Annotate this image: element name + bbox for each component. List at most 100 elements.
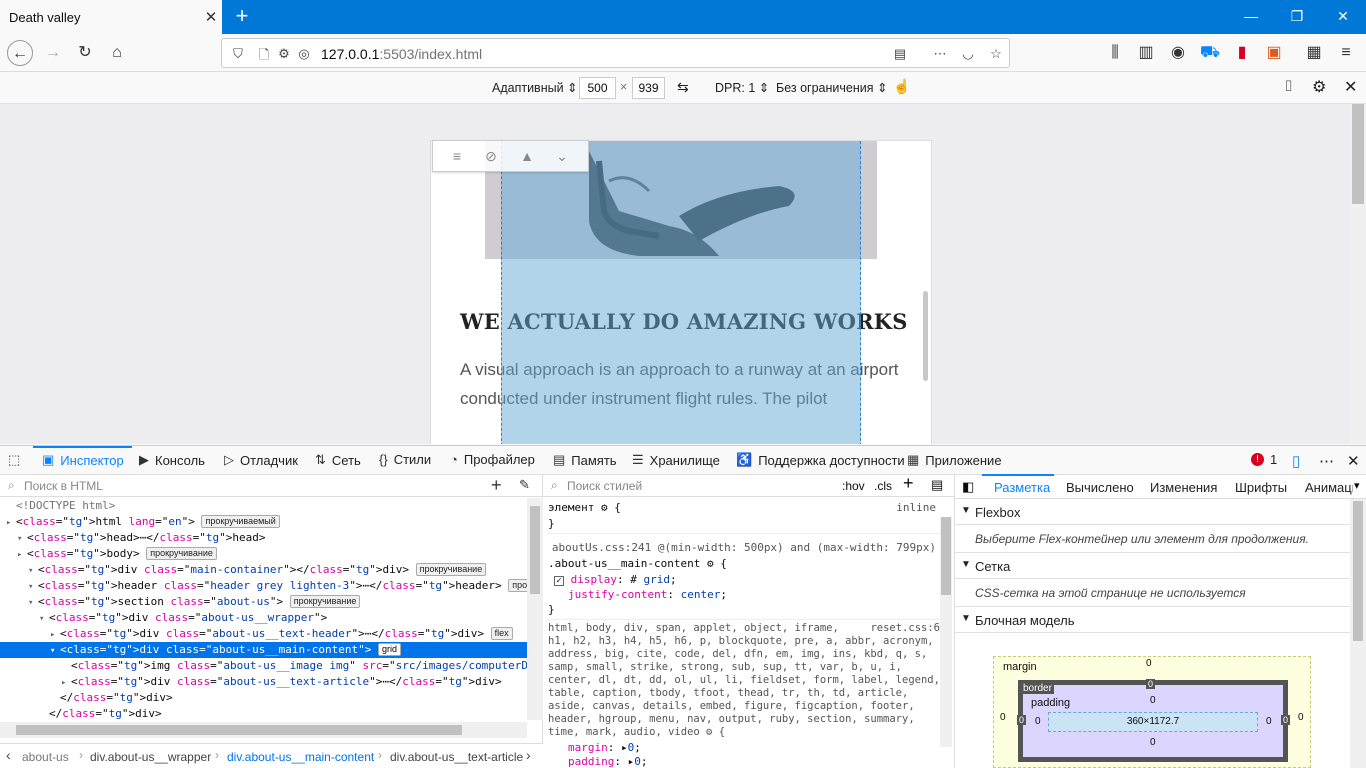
declaration-value[interactable]: grid	[643, 573, 670, 586]
library-icon[interactable]: ⫼	[1102, 40, 1128, 66]
tab-storage[interactable]: ☰ Хранилище	[632, 452, 720, 468]
throttle-select[interactable]: Без ограничения ⇕	[776, 80, 887, 95]
tab-console[interactable]: ▶ Консоль	[139, 452, 205, 468]
url-text[interactable]: 127.0.0.1:5503/index.html	[321, 46, 482, 62]
layout-vscroll[interactable]	[1350, 499, 1366, 768]
reset-decl-margin[interactable]: margin: ▸0;	[548, 740, 940, 754]
declaration-prop[interactable]: margin	[568, 741, 608, 754]
rule-gear-icon[interactable]: ⚙	[601, 501, 608, 514]
browser-tab[interactable]: Death valley ✕	[0, 0, 222, 34]
declaration-value[interactable]: 0	[634, 755, 641, 768]
declaration-checkbox[interactable]: ✓	[554, 576, 564, 586]
border-left-value[interactable]: 0	[1017, 715, 1027, 725]
eyedropper-icon[interactable]: ✎	[519, 477, 530, 493]
reload-icon[interactable]: ↻	[72, 40, 98, 66]
tab-animations[interactable]: Анимации	[1305, 480, 1353, 495]
chevron-down-icon[interactable]: ⌄	[552, 148, 572, 166]
markup-node[interactable]: ▸ <class="tg">div class="about-us__text-a…	[0, 674, 527, 690]
border-top-value[interactable]: 0	[1146, 679, 1156, 689]
print-media-icon[interactable]: ▤	[931, 477, 943, 493]
page-actions-icon[interactable]: ⋯	[930, 46, 950, 62]
shield-icon[interactable]: ⛉	[228, 46, 248, 62]
rules-vscroll-thumb[interactable]	[941, 517, 951, 595]
margin-top-value[interactable]: 0	[1146, 658, 1152, 669]
tabs-overflow-icon[interactable]: ▾	[1354, 479, 1360, 492]
markup-node[interactable]: ▸ <class="tg">div class="about-us__text-h…	[0, 626, 527, 642]
inline-source[interactable]: inline	[896, 500, 936, 516]
tree-hscroll[interactable]	[0, 722, 527, 738]
boxmodel-border[interactable]: border padding 0 0 0 0 0 0 0 360×1172.7	[1017, 679, 1291, 762]
viewport-scrollbar[interactable]	[1350, 104, 1366, 444]
close-rdm-icon[interactable]: ✕	[1344, 77, 1357, 97]
markup-node[interactable]: <!DOCTYPE html>	[0, 498, 527, 514]
tab-memory[interactable]: ▤ Память	[553, 452, 617, 468]
boxmodel-content-size[interactable]: 360×1172.7	[1048, 712, 1258, 732]
breadcrumb-item[interactable]: div.about-us__text-article	[390, 750, 523, 764]
markup-node[interactable]: </class="tg">div>	[0, 690, 527, 706]
node-badge[interactable]: прокручивание	[508, 579, 527, 592]
flexbox-section-header[interactable]: ▼ Flexbox	[955, 499, 1350, 525]
markup-node[interactable]: ▾ <class="tg">header class="header grey l…	[0, 578, 527, 594]
close-devtools-icon[interactable]: ✕	[1347, 452, 1360, 470]
close-tab-icon[interactable]: ✕	[200, 8, 222, 26]
breadcrumb-item-selected[interactable]: div.about-us__main-content	[227, 750, 374, 764]
layout-vscroll-thumb[interactable]	[1353, 501, 1363, 641]
padding-left-value[interactable]: 0	[1035, 716, 1041, 727]
padding-bottom-value[interactable]: 0	[1150, 737, 1156, 748]
bookmark-star-icon[interactable]: ☆	[986, 46, 1006, 62]
screenshot-icon[interactable]: ⌷	[1284, 78, 1293, 95]
device-select[interactable]: Адаптивный ⇕	[492, 80, 578, 95]
declaration-justify[interactable]: justify-content: center;	[548, 587, 940, 602]
tab-application[interactable]: ▦ Приложение	[907, 452, 1002, 468]
boxmodel-section-header[interactable]: ▼ Блочная модель	[955, 607, 1350, 633]
touch-simulation-icon[interactable]: ☝	[893, 78, 910, 95]
pocket-icon[interactable]: ◡	[958, 46, 978, 62]
breadcrumb-left-icon[interactable]: ‹	[6, 747, 11, 763]
back-icon[interactable]: ←	[7, 40, 33, 66]
restore-icon[interactable]: ❐	[1274, 0, 1320, 34]
hidden-eye-icon[interactable]: ⊘	[481, 148, 501, 166]
margin-right-value[interactable]: 0	[1298, 712, 1304, 723]
sidebar-icon[interactable]: ▥	[1133, 40, 1159, 66]
close-window-icon[interactable]: ✕	[1320, 0, 1366, 34]
extension-orange-icon[interactable]: ▣	[1261, 40, 1287, 66]
declaration-value[interactable]: 0	[628, 741, 635, 754]
tab-styles[interactable]: {} Стили	[379, 452, 431, 467]
settings-icon[interactable]: ⚙	[1312, 77, 1326, 97]
reset-rule-selectors[interactable]: reset.css:6 html, body, div, span, applet…	[548, 622, 940, 740]
error-counter[interactable]: ! 1	[1251, 452, 1277, 467]
info-icon[interactable]: ◎	[294, 46, 314, 62]
permissions-icon[interactable]: ⚙	[274, 46, 294, 62]
dpr-select[interactable]: DPR: 1 ⇕	[715, 80, 769, 95]
node-badge[interactable]: прокручиваемый	[201, 515, 280, 528]
media-source[interactable]: aboutUs.css:241 @(min-width: 500px) and …	[548, 540, 940, 556]
grid-section-header[interactable]: ▼ Сетка	[955, 553, 1350, 579]
declaration-prop[interactable]: display	[571, 573, 617, 586]
rule-gear-icon[interactable]: ⚙	[707, 557, 714, 570]
tab-debugger[interactable]: ▷ Отладчик	[224, 452, 298, 468]
scrollbar-thumb[interactable]	[1352, 104, 1364, 204]
pick-element-icon[interactable]: ⬚	[8, 452, 20, 468]
node-badge[interactable]: flex	[490, 627, 513, 640]
markup-node[interactable]: ▾ <class="tg">section class="about-us"> п…	[0, 594, 527, 610]
tab-layout[interactable]: Разметка	[994, 480, 1050, 495]
node-badge[interactable]: grid	[377, 643, 401, 656]
rule-gear-icon[interactable]: ⚙	[706, 726, 712, 738]
hov-toggle[interactable]: :hov	[842, 479, 865, 493]
rules-vscroll[interactable]	[940, 517, 952, 747]
toggle-sidebar-icon[interactable]: ◧	[962, 479, 974, 495]
page-scrollbar-thumb[interactable]	[923, 291, 928, 381]
tab-network[interactable]: ⇅ Сеть	[315, 452, 361, 468]
markup-node[interactable]: ▸ <class="tg">body> прокручивание	[0, 546, 527, 562]
tree-vscroll[interactable]	[527, 498, 543, 720]
declaration-display[interactable]: ✓ display: # grid;	[548, 572, 940, 587]
add-rule-icon[interactable]: +	[903, 473, 914, 494]
padding-top-value[interactable]: 0	[1150, 695, 1156, 706]
declaration-prop[interactable]: justify-content	[568, 588, 667, 601]
declaration-prop[interactable]: padding	[568, 755, 614, 768]
account-icon[interactable]: ◉	[1165, 40, 1191, 66]
boxmodel-margin[interactable]: margin 0 0 0 border padding 0 0 0 0 0 0 …	[993, 656, 1311, 768]
tree-hscroll-thumb[interactable]	[16, 725, 462, 735]
url-bar[interactable]: ⛉ 🗋 ⚙ ◎ 127.0.0.1:5503/index.html ▤ ⋯ ◡ …	[221, 38, 1010, 68]
new-tab-icon[interactable]: +	[230, 4, 254, 30]
